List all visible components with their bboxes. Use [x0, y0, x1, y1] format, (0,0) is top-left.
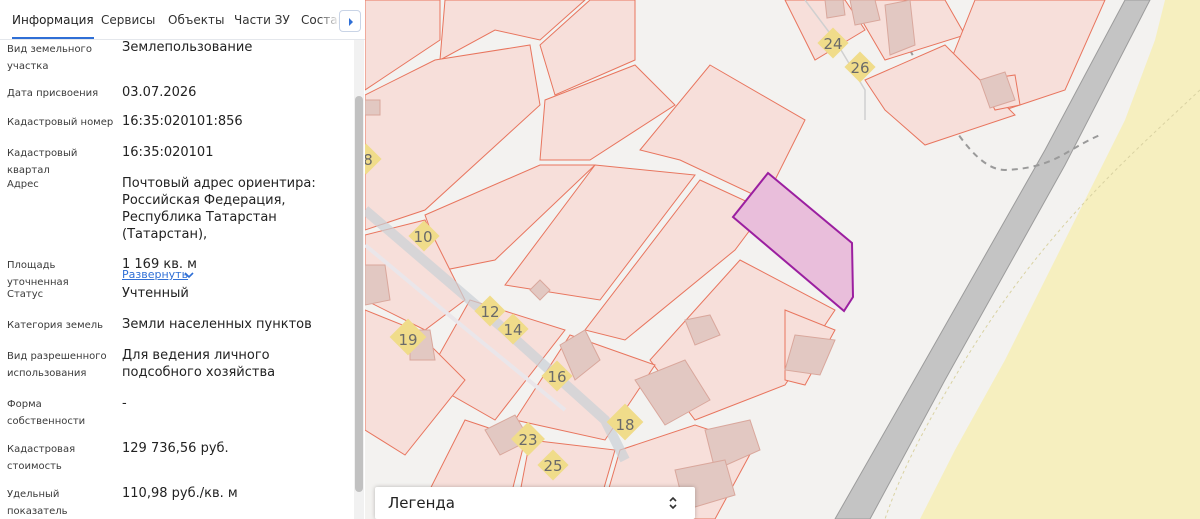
field-value-specific-indicator: 110,98 руб./кв. м [122, 486, 238, 501]
cadastral-map[interactable]: 24 26 8 10 12 14 19 16 18 23 25 [365, 0, 1200, 519]
svg-text:16: 16 [547, 368, 566, 386]
field-value-status: Учтенный [122, 286, 189, 301]
caret-right-icon [349, 18, 353, 26]
chevron-down-icon[interactable] [184, 272, 194, 279]
svg-text:25: 25 [543, 457, 562, 475]
tab-services[interactable]: Сервисы [101, 0, 155, 39]
field-value-cadastral-number: 16:35:020101:856 [122, 114, 243, 129]
field-value-area: 1 169 кв. м [122, 257, 197, 272]
svg-text:23: 23 [518, 431, 537, 449]
field-value-land-category: Земли населенных пунктов [122, 317, 312, 332]
field-value-date-assigned: 03.07.2026 [122, 85, 197, 100]
svg-text:8: 8 [365, 151, 373, 169]
tab-fade [318, 0, 340, 38]
legend-panel[interactable]: Легенда [375, 487, 695, 519]
field-label-parcel-type: Вид земельного участка [7, 44, 92, 72]
field-value-cadastral-value: 129 736,56 руб. [122, 441, 229, 456]
tab-bar: Информация Сервисы Объекты Части ЗУ Сост… [0, 0, 365, 40]
svg-text:26: 26 [850, 59, 869, 77]
field-value-parcel-type: Землепользование [122, 40, 253, 55]
field-value-cadastral-quarter: 16:35:020101 [122, 145, 214, 160]
tabs-scroll-right-button[interactable] [339, 10, 361, 32]
legend-title: Легенда [388, 494, 455, 512]
field-label-cadastral-quarter: Кадастровый квартал [7, 148, 78, 176]
svg-text:18: 18 [615, 416, 634, 434]
field-label-status: Статус [7, 289, 44, 300]
svg-text:14: 14 [503, 321, 522, 339]
map-canvas[interactable]: 24 26 8 10 12 14 19 16 18 23 25 [365, 0, 1200, 519]
field-label-land-category: Категория земель [7, 320, 104, 331]
field-label-address: Адрес [7, 179, 39, 190]
tab-objects[interactable]: Объекты [168, 0, 224, 39]
field-label-cadastral-number: Кадастровый номер [7, 117, 114, 128]
tab-parts[interactable]: Части ЗУ [234, 0, 290, 39]
expand-collapse-icon[interactable] [668, 495, 678, 511]
field-label-date-assigned: Дата присвоения [7, 88, 99, 99]
svg-text:19: 19 [398, 331, 417, 349]
field-value-permitted-use: Для ведения личного подсобного хозяйства [122, 348, 276, 380]
field-label-ownership: Форма собственности [7, 399, 86, 427]
svg-text:12: 12 [480, 303, 499, 321]
field-value-address: Почтовый адрес ориентира: Российская Фед… [122, 176, 316, 242]
field-value-ownership: - [122, 396, 127, 411]
field-label-specific-indicator: Удельный показатель кадастровой [7, 489, 68, 517]
svg-text:24: 24 [823, 35, 842, 53]
info-panel: Информация Сервисы Объекты Части ЗУ Сост… [0, 0, 366, 519]
field-label-permitted-use: Вид разрешенного использования [7, 351, 107, 379]
scrollbar-thumb[interactable] [355, 96, 363, 492]
field-label-cadastral-value: Кадастровая стоимость [7, 444, 76, 472]
svg-text:10: 10 [413, 228, 432, 246]
tab-info[interactable]: Информация [12, 0, 94, 39]
